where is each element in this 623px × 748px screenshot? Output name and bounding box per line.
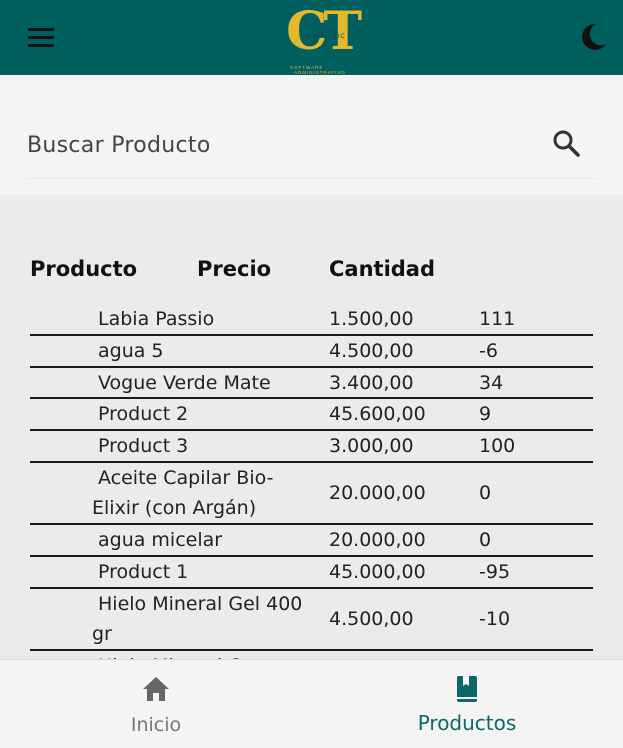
nav-label: Inicio <box>130 714 182 736</box>
bottom-navigation: Inicio Productos <box>0 659 623 748</box>
product-qty: 9 <box>479 403 492 425</box>
product-name: Vogue Verde Mate <box>98 371 271 394</box>
product-qty: -6 <box>479 340 498 362</box>
table-row[interactable]: agua 5 4.500,00 -6 <box>30 336 593 368</box>
search-underline <box>27 178 596 179</box>
theme-toggle-button[interactable] <box>576 20 610 54</box>
table-body: Labia Passio 1.500,00 111 agua 5 4.500,0… <box>30 303 593 681</box>
table-row[interactable]: Labia Passio 1.500,00 111 <box>30 303 593 336</box>
product-price: 3.000,00 <box>329 435 414 457</box>
table-row[interactable]: Product 1 45.000,00 -95 <box>30 557 593 589</box>
product-price: 20.000,00 <box>329 529 426 551</box>
hamburger-icon <box>28 28 54 31</box>
product-price: 3.400,00 <box>329 371 414 394</box>
table-row[interactable]: Aceite Capilar Bio-Elixir (con Argán) 20… <box>30 463 593 525</box>
table-row[interactable]: agua micelar 20.000,00 0 <box>30 525 593 557</box>
logo-letters: CT <box>286 1 362 62</box>
product-name: Product 1 <box>98 561 189 583</box>
product-qty: -10 <box>479 608 511 630</box>
product-qty: -95 <box>479 561 511 583</box>
menu-button[interactable] <box>26 24 58 52</box>
nav-productos[interactable]: Productos <box>367 660 567 748</box>
header-producto: Producto <box>30 257 138 281</box>
nav-label: Productos <box>417 711 517 735</box>
book-icon <box>457 676 477 702</box>
logo-word: COSMETIC <box>306 34 346 40</box>
moon-icon <box>582 23 606 50</box>
header-cantidad: Cantidad <box>329 257 436 281</box>
product-name: Hielo Mineral Gel 400 gr <box>92 593 303 645</box>
app-header: CT COSMETIC SOFTWARE ADMINISTRATIVO <box>0 0 623 75</box>
product-price: 1.500,00 <box>329 307 414 330</box>
product-name: Product 3 <box>98 435 189 457</box>
product-price: 45.000,00 <box>329 561 426 583</box>
search-input[interactable] <box>27 127 527 163</box>
product-price: 20.000,00 <box>329 482 426 504</box>
nav-inicio[interactable]: Inicio <box>56 660 256 748</box>
product-price: 45.600,00 <box>329 403 426 425</box>
header-precio: Precio <box>197 257 272 281</box>
product-qty: 0 <box>479 482 492 504</box>
table-row[interactable]: Hielo Mineral Gel 400 gr 4.500,00 -10 <box>30 589 593 651</box>
product-name: Aceite Capilar Bio-Elixir (con Argán) <box>92 467 274 519</box>
product-price: 4.500,00 <box>329 608 414 630</box>
search-icon[interactable] <box>550 127 582 159</box>
table-row[interactable]: Product 3 3.000,00 100 <box>30 431 593 463</box>
product-name: agua 5 <box>98 340 164 362</box>
product-qty: 111 <box>479 307 516 330</box>
table-row[interactable]: Vogue Verde Mate 3.400,00 34 <box>30 368 593 399</box>
table-row[interactable]: Product 2 45.600,00 9 <box>30 399 593 431</box>
home-icon <box>143 677 169 701</box>
product-qty: 100 <box>479 435 516 457</box>
app-logo: CT COSMETIC SOFTWARE ADMINISTRATIVO <box>282 6 368 76</box>
product-qty: 0 <box>479 529 492 551</box>
product-name: Labia Passio <box>98 307 215 330</box>
product-qty: 34 <box>479 371 504 394</box>
product-price: 4.500,00 <box>329 340 414 362</box>
search-bar <box>0 75 623 195</box>
product-name: agua micelar <box>98 529 223 551</box>
product-name: Product 2 <box>98 403 189 425</box>
